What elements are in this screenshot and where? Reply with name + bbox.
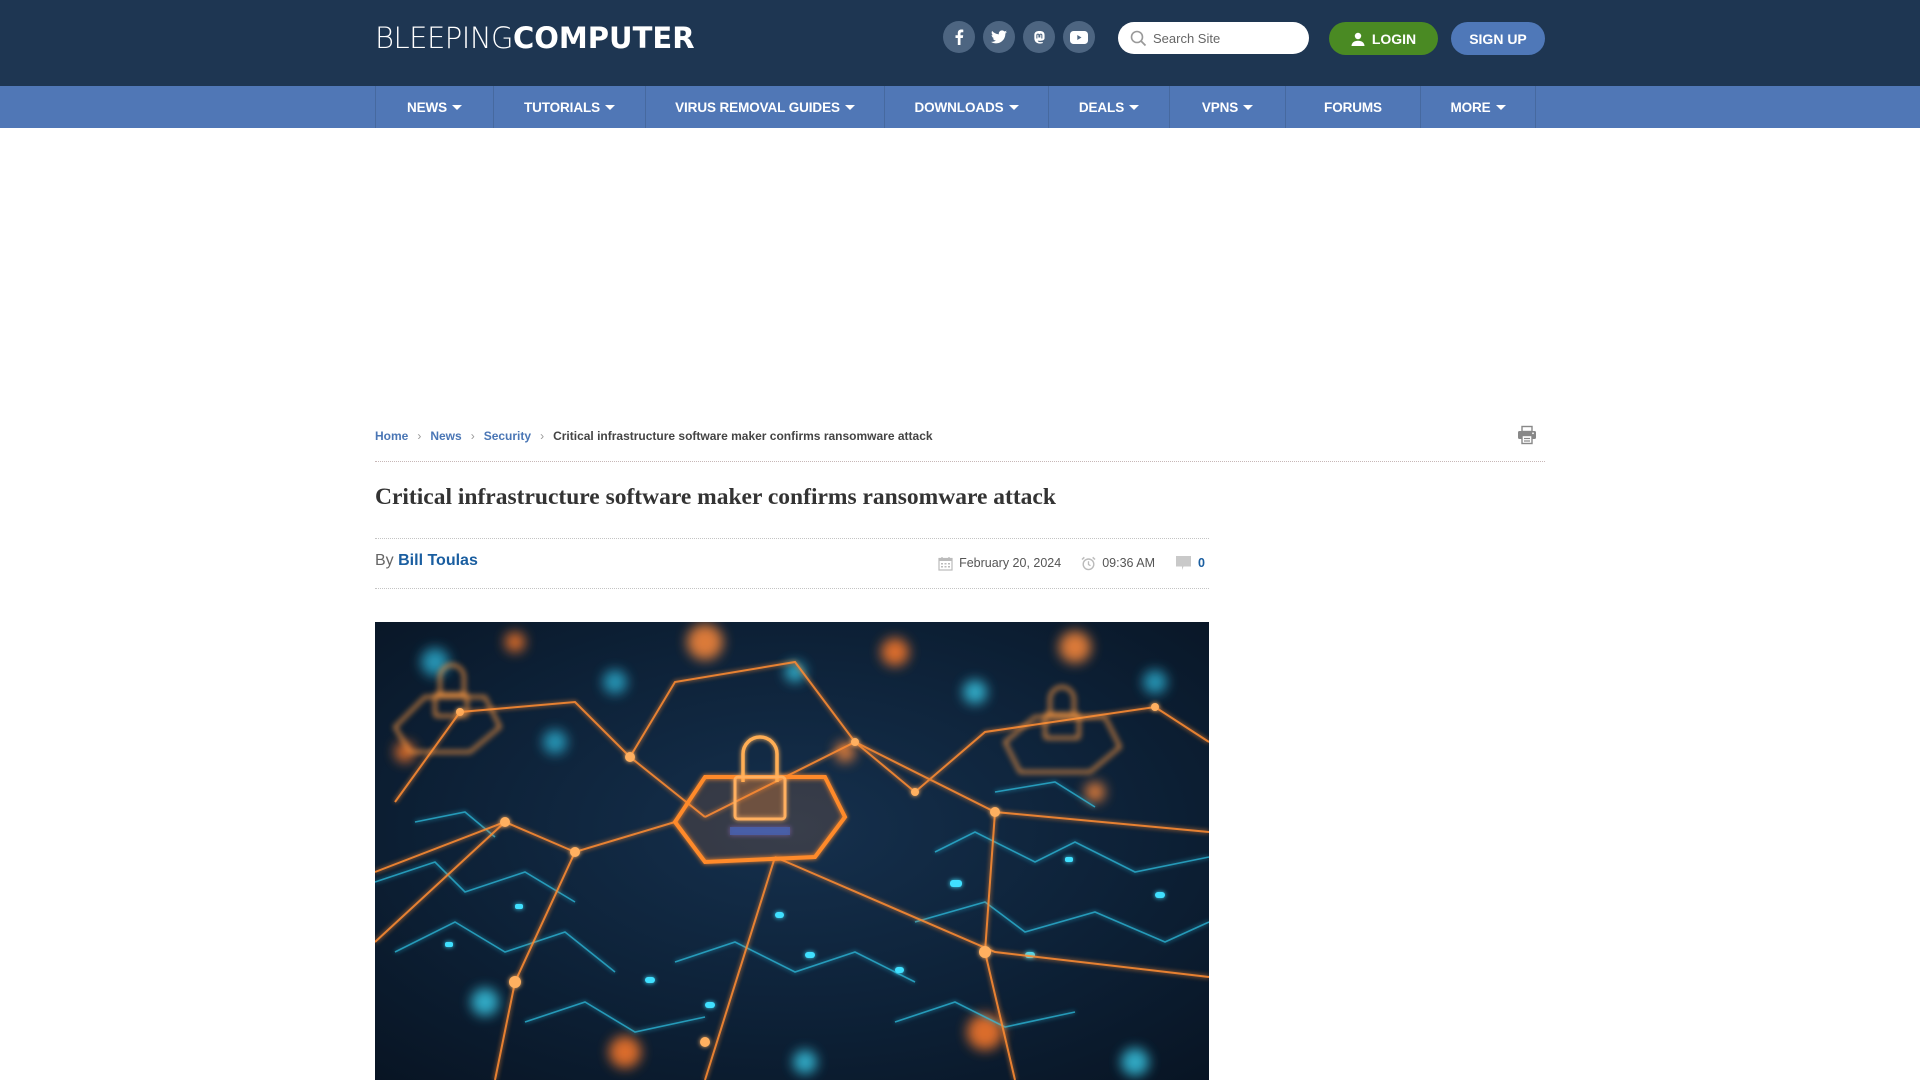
nav-item-deals[interactable]: DEALS (1049, 86, 1170, 128)
nav-item-virus-removal-guides[interactable]: VIRUS REMOVAL GUIDES (646, 86, 885, 128)
logo-bold-text: COMPUTER (513, 21, 695, 55)
breadcrumb-news[interactable]: News (430, 429, 461, 443)
facebook-link[interactable] (943, 21, 975, 53)
publish-time: 09:36 AM (1081, 556, 1155, 571)
nav-item-forums[interactable]: FORUMS (1286, 86, 1421, 128)
facebook-icon (955, 29, 964, 45)
nav-item-label: TUTORIALS (523, 99, 601, 115)
nav-item-downloads[interactable]: DOWNLOADS (885, 86, 1049, 128)
main-nav: NEWS TUTORIALS VIRUS REMOVAL GUIDES DOWN… (375, 86, 1536, 128)
caret-down-icon (1495, 105, 1506, 110)
calendar-icon (938, 556, 953, 571)
nav-item-tutorials[interactable]: TUTORIALS (494, 86, 646, 128)
chevron-right-icon: › (540, 429, 545, 443)
comments-link[interactable]: 0 (1175, 555, 1205, 571)
comment-count[interactable]: 0 (1198, 556, 1205, 570)
caret-down-icon (605, 105, 616, 110)
breadcrumb: Home › News › Security › Critical infras… (375, 429, 933, 443)
alarm-clock-icon (1081, 556, 1096, 570)
nav-item-news[interactable]: NEWS (376, 86, 494, 128)
article-title: Critical infrastructure software maker c… (375, 484, 1056, 510)
article-byline: By Bill Toulas (375, 552, 478, 570)
nav-item-more[interactable]: MORE (1421, 86, 1536, 128)
chevron-right-icon: › (470, 429, 475, 443)
login-button[interactable]: LOGIN (1329, 22, 1438, 55)
by-label: By (375, 552, 394, 569)
caret-down-icon (1129, 105, 1140, 110)
article-hero-image (375, 622, 1209, 1080)
nav-item-label: VPNS (1201, 99, 1239, 115)
search-input[interactable] (1153, 30, 1293, 46)
nav-item-label: VIRUS REMOVAL GUIDES (675, 99, 840, 115)
user-icon (1351, 32, 1365, 46)
hero-illustration (375, 622, 1209, 1080)
title-divider (375, 538, 1209, 539)
nav-item-label: DOWNLOADS (914, 99, 1004, 115)
search-icon[interactable] (1130, 30, 1147, 47)
caret-down-icon (844, 105, 855, 110)
publish-date-text: February 20, 2024 (959, 556, 1062, 570)
twitter-icon (991, 30, 1007, 44)
site-header: BLEEPINGCOMPUTER LOGIN SIGN UP (0, 0, 1920, 86)
youtube-icon (1070, 30, 1088, 44)
twitter-link[interactable] (983, 21, 1015, 53)
signup-button[interactable]: SIGN UP (1451, 22, 1545, 55)
chevron-right-icon: › (417, 429, 422, 443)
caret-down-icon (1243, 105, 1254, 110)
search-box[interactable] (1118, 22, 1309, 54)
nav-item-label: MORE (1450, 99, 1491, 115)
comment-icon (1176, 556, 1192, 570)
breadcrumb-divider (375, 461, 1545, 462)
nav-item-vpns[interactable]: VPNS (1170, 86, 1286, 128)
breadcrumb-security[interactable]: Security (484, 429, 531, 443)
printer-icon (1518, 425, 1536, 445)
login-label: LOGIN (1371, 30, 1417, 47)
mastodon-link[interactable] (1023, 21, 1055, 53)
article-meta: February 20, 2024 09:36 AM 0 (938, 555, 1205, 571)
main-nav-bar: NEWS TUTORIALS VIRUS REMOVAL GUIDES DOWN… (0, 86, 1920, 128)
caret-down-icon (452, 105, 463, 110)
nav-item-label: FORUMS (1324, 99, 1382, 115)
social-links (943, 21, 1095, 53)
publish-time-text: 09:36 AM (1102, 556, 1156, 570)
print-button[interactable] (1517, 425, 1537, 450)
nav-item-label: DEALS (1078, 99, 1125, 115)
author-link[interactable]: Bill Toulas (398, 552, 478, 569)
breadcrumb-home[interactable]: Home (375, 429, 408, 443)
youtube-link[interactable] (1063, 21, 1095, 53)
breadcrumb-current: Critical infrastructure software maker c… (553, 429, 933, 443)
logo-light-text: BLEEPING (375, 21, 514, 55)
caret-down-icon (1008, 105, 1019, 110)
site-logo[interactable]: BLEEPINGCOMPUTER (375, 20, 695, 56)
mastodon-icon (1033, 30, 1045, 44)
publish-date: February 20, 2024 (938, 556, 1061, 571)
signup-label: SIGN UP (1469, 30, 1527, 47)
byline-divider (375, 588, 1209, 589)
nav-item-label: NEWS (406, 99, 448, 115)
